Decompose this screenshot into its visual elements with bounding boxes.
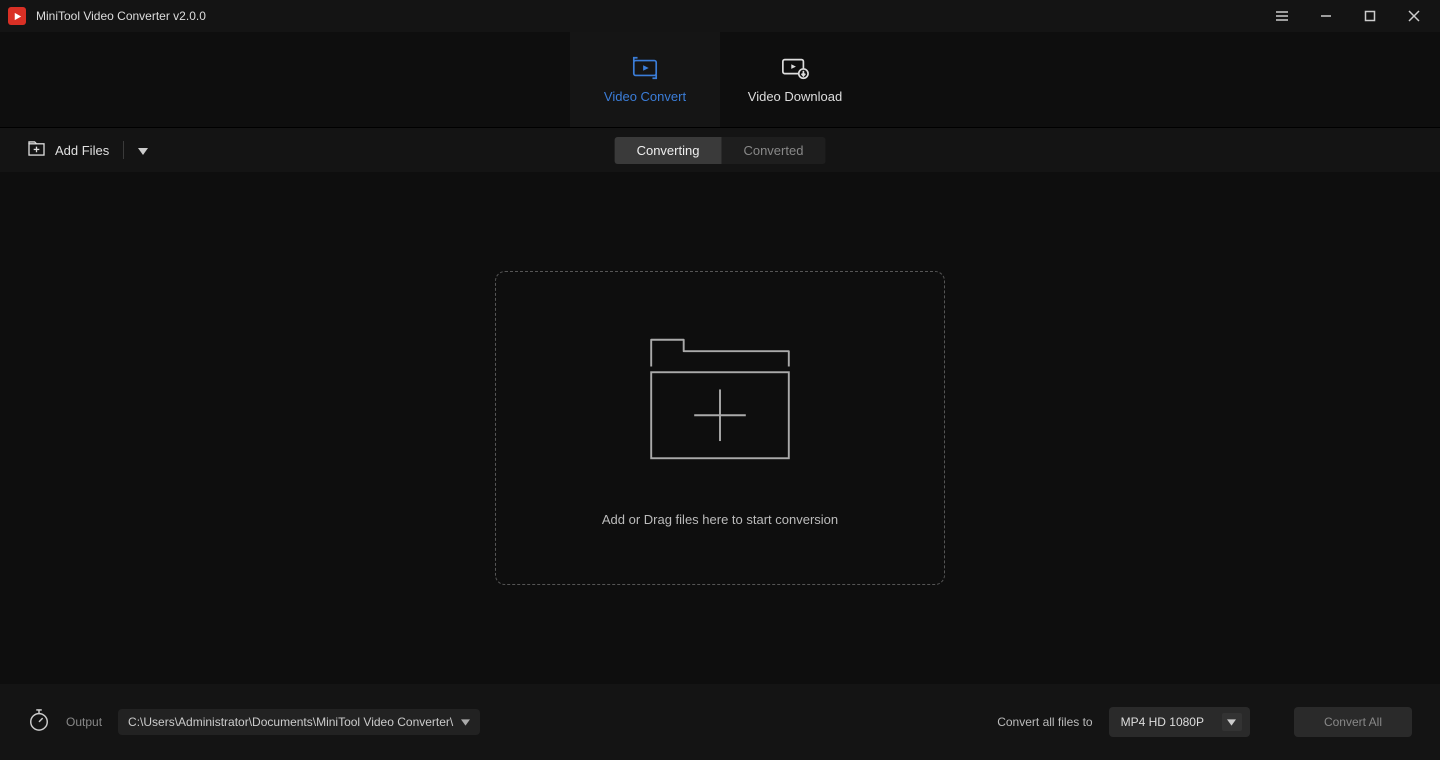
tab-video-convert[interactable]: Video Convert [570, 32, 720, 127]
bottombar: Output C:\Users\Administrator\Documents\… [0, 684, 1440, 760]
titlebar: MiniTool Video Converter v2.0.0 [0, 0, 1440, 32]
chevron-down-icon[interactable] [138, 143, 148, 158]
tab-video-download[interactable]: Video Download [720, 32, 870, 127]
segment-converted[interactable]: Converted [721, 137, 825, 164]
tab-label: Video Download [748, 89, 842, 104]
hamburger-menu-icon[interactable] [1270, 4, 1294, 28]
segment-converting[interactable]: Converting [615, 137, 722, 164]
dropzone[interactable]: Add or Drag files here to start conversi… [495, 271, 945, 585]
output-format-selector[interactable]: MP4 HD 1080P [1109, 707, 1250, 737]
close-button[interactable] [1402, 4, 1426, 28]
dropzone-text: Add or Drag files here to start conversi… [602, 512, 838, 527]
tab-label: Video Convert [604, 89, 686, 104]
output-path-selector[interactable]: C:\Users\Administrator\Documents\MiniToo… [118, 709, 480, 735]
separator [123, 141, 124, 159]
content-area: Add or Drag files here to start conversi… [0, 172, 1440, 684]
video-download-icon [781, 56, 809, 83]
convert-all-label: Convert all files to [997, 715, 1092, 729]
output-label: Output [66, 715, 102, 729]
app-logo-icon [8, 7, 26, 25]
app-window: MiniTool Video Converter v2.0.0 [0, 0, 1440, 760]
chevron-down-icon [1222, 713, 1242, 731]
add-files-icon [28, 141, 45, 159]
main-tabbar: Video Convert Video Download [0, 32, 1440, 128]
add-files-label: Add Files [55, 143, 109, 158]
folder-add-icon [634, 329, 806, 474]
stopwatch-icon[interactable] [28, 708, 50, 737]
maximize-button[interactable] [1358, 4, 1382, 28]
video-convert-icon [631, 56, 659, 83]
window-controls [1270, 4, 1426, 28]
format-selected-text: MP4 HD 1080P [1121, 715, 1204, 729]
toolbar: Add Files Converting Converted [0, 128, 1440, 172]
chevron-down-icon [461, 715, 470, 729]
status-toggle: Converting Converted [615, 137, 826, 164]
window-title: MiniTool Video Converter v2.0.0 [36, 9, 1270, 23]
output-path-text: C:\Users\Administrator\Documents\MiniToo… [128, 715, 453, 729]
convert-all-button[interactable]: Convert All [1294, 707, 1412, 737]
minimize-button[interactable] [1314, 4, 1338, 28]
add-files-button[interactable]: Add Files [28, 141, 148, 159]
